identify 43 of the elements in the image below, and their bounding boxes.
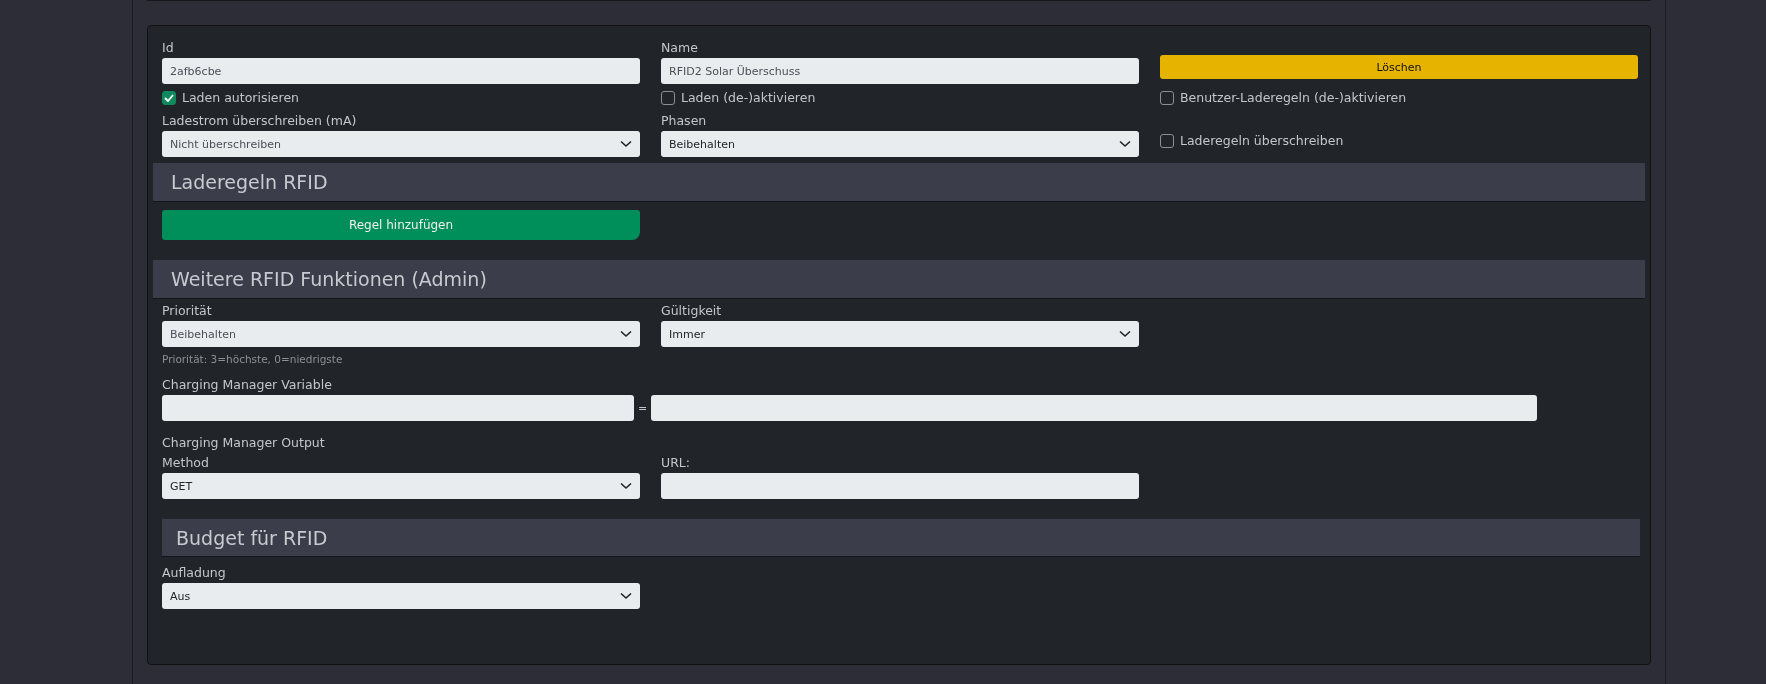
input-field[interactable] <box>661 473 1139 499</box>
chevron-down-icon <box>620 330 632 338</box>
input-field[interactable]: 2afb6cbe <box>162 58 640 84</box>
select-field[interactable]: Beibehalten <box>661 131 1139 157</box>
section-header: Budget für RFID <box>162 519 1640 557</box>
chevron-down-icon <box>620 592 632 600</box>
checkbox-label: Laden (de-)aktivieren <box>681 90 816 105</box>
field-label: Gültigkeit <box>661 303 723 318</box>
field-label: Phasen <box>661 113 708 128</box>
field-label: Charging Manager Output <box>162 435 326 450</box>
checkbox-label: Benutzer-Laderegeln (de-)aktivieren <box>1180 90 1407 105</box>
checkbox[interactable] <box>1160 133 1174 148</box>
field-label: URL: <box>661 455 691 470</box>
add-rule-button[interactable]: Regel hinzufügen <box>162 210 640 240</box>
chevron-down-icon <box>1119 140 1131 148</box>
field-label: Priorität <box>162 303 213 318</box>
section-header: Weitere RFID Funktionen (Admin) <box>153 260 1645 299</box>
checkbox-label: Laderegeln überschreiben <box>1180 133 1344 148</box>
hint-text: Priorität: 3=höchste, 0=niedrigste <box>162 353 344 365</box>
equals-sign: = <box>638 401 648 415</box>
checkbox[interactable] <box>162 90 176 105</box>
select-field[interactable]: Immer <box>661 321 1139 347</box>
field-label: Ladestrom überschreiben (mA) <box>162 113 358 128</box>
field-label: Name <box>661 40 699 55</box>
select-field[interactable]: Beibehalten <box>162 321 640 347</box>
input-field[interactable] <box>162 395 634 421</box>
select-field[interactable]: Nicht überschreiben <box>162 131 640 157</box>
checkbox[interactable] <box>1160 90 1174 105</box>
field-label: Id <box>162 40 175 55</box>
field-label: Method <box>162 455 210 470</box>
chevron-down-icon <box>620 140 632 148</box>
chevron-down-icon <box>620 482 632 490</box>
select-field[interactable]: Aus <box>162 583 640 609</box>
chevron-down-icon <box>1119 330 1131 338</box>
checkbox[interactable] <box>661 90 675 105</box>
field-label: Aufladung <box>162 565 227 580</box>
checkbox-label: Laden autorisieren <box>182 90 300 105</box>
input-field[interactable] <box>651 395 1538 421</box>
delete-button[interactable]: Löschen <box>1160 55 1638 79</box>
field-label: Charging Manager Variable <box>162 377 333 392</box>
section-header: Laderegeln RFID <box>153 163 1645 202</box>
select-field[interactable]: GET <box>162 473 640 499</box>
input-field[interactable]: RFID2 Solar Überschuss <box>661 58 1139 84</box>
